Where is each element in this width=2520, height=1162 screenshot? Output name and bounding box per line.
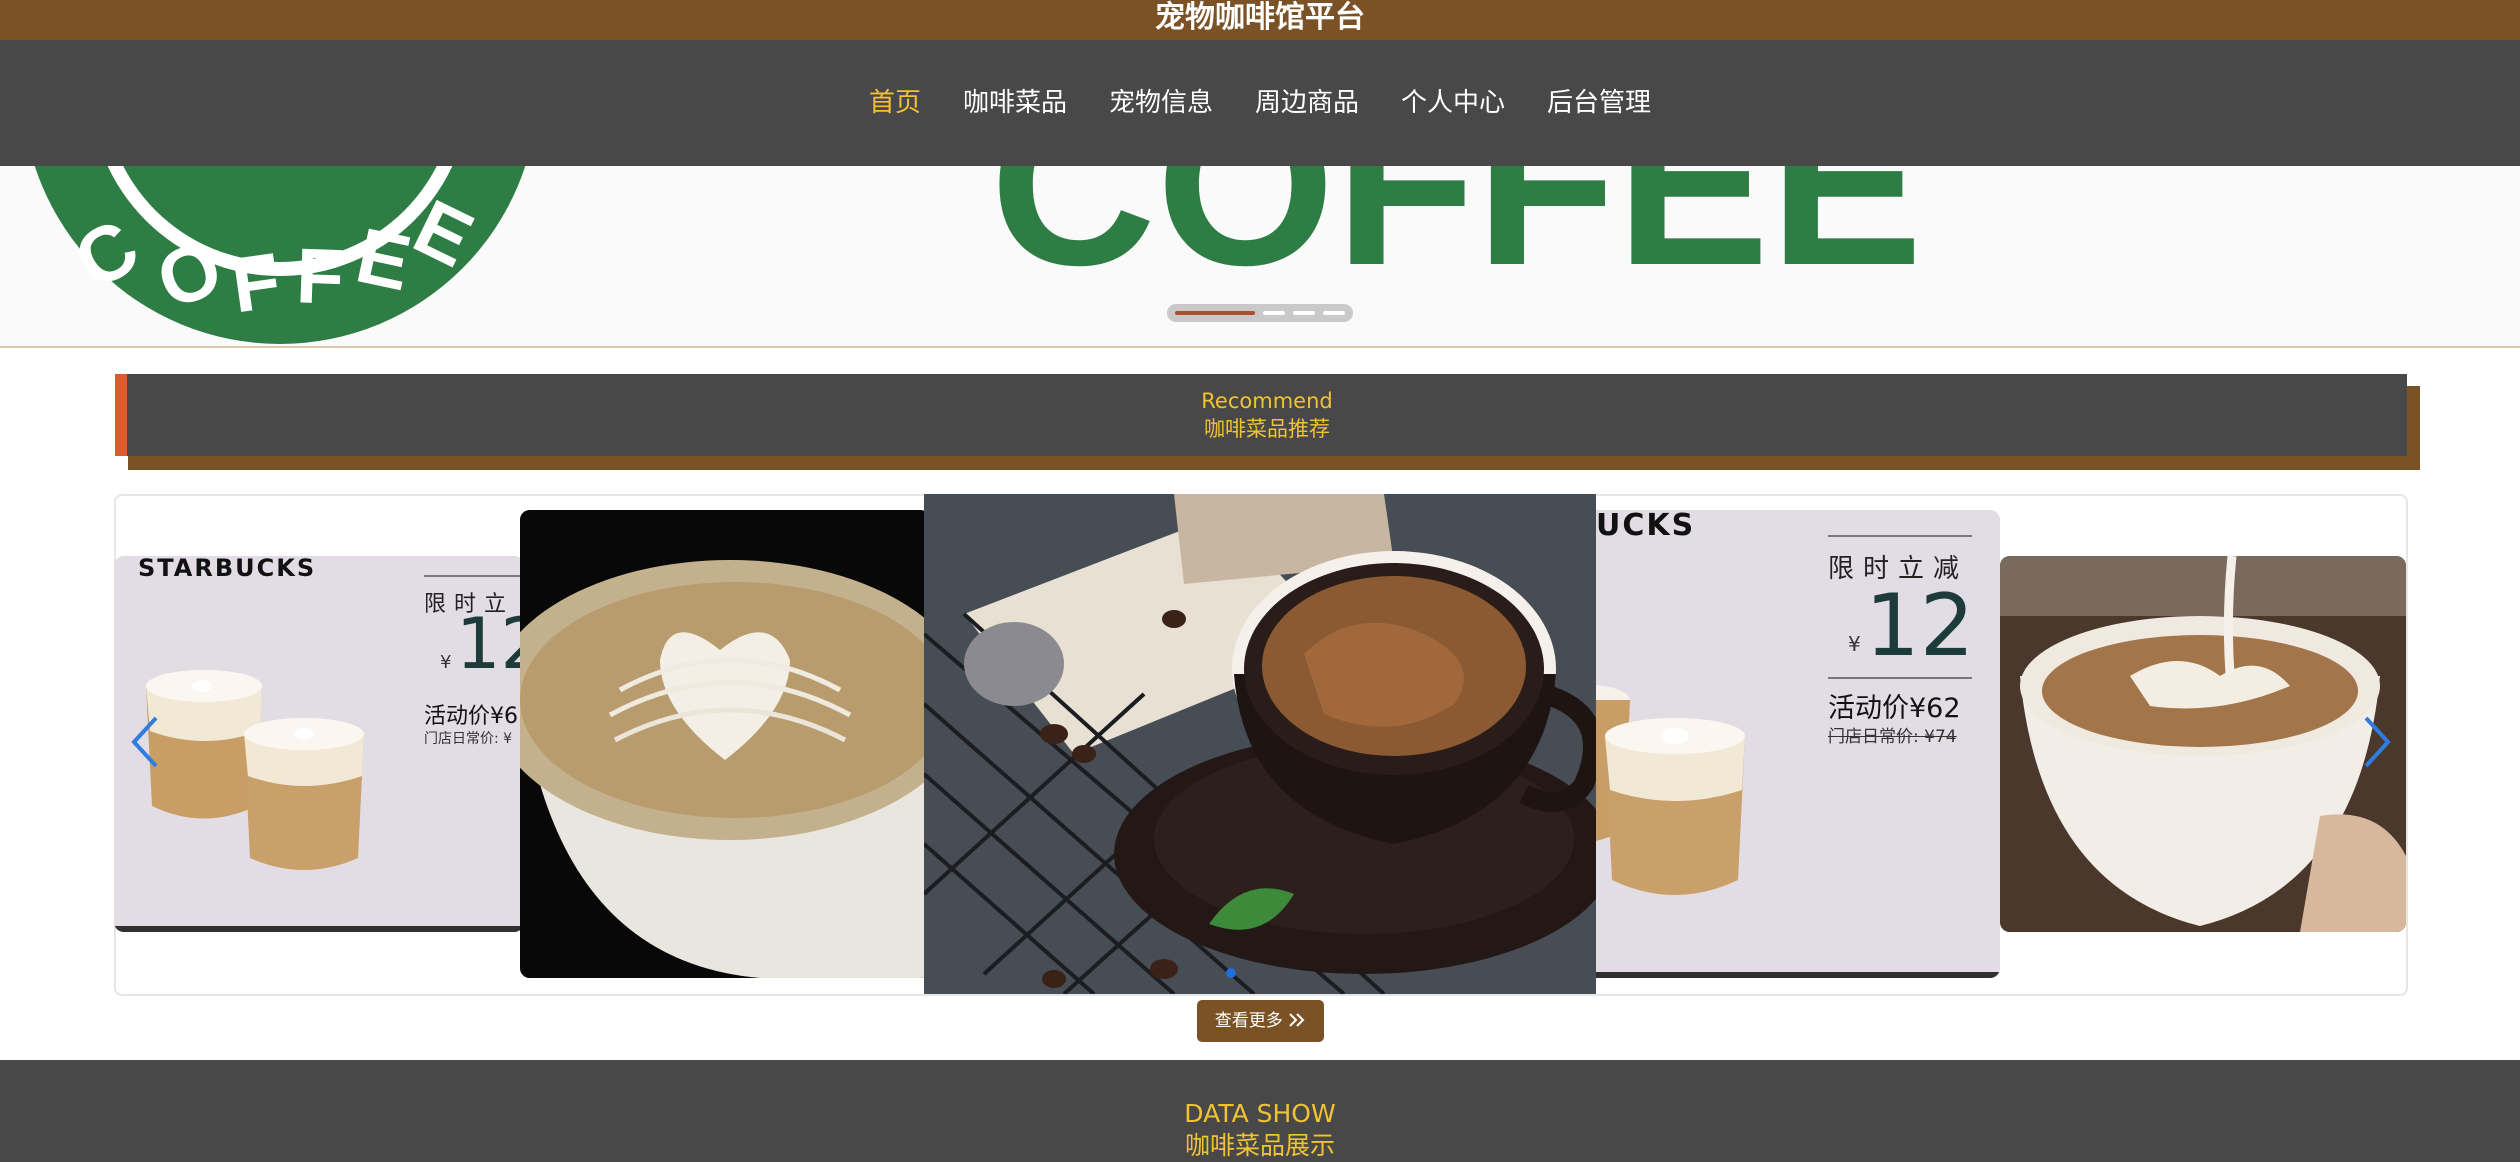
banner-dot-1[interactable] xyxy=(1175,311,1255,315)
promo-left-currency: ¥ xyxy=(440,652,452,673)
recommend-title-en: Recommend xyxy=(1201,389,1333,413)
recommend-header: Recommend 咖啡菜品推荐 xyxy=(127,374,2407,456)
data-show-section: DATA SHOW 咖啡菜品展示 xyxy=(0,1060,2520,1162)
promo-left-price: 活动价¥6 xyxy=(424,704,518,729)
banner-dot-3[interactable] xyxy=(1293,311,1315,315)
carousel-card-promo-left[interactable]: STARBUCKS 限时立 ¥ 12 活动价¥6 门店日常价: ¥ xyxy=(114,556,524,932)
nav-item-personal-center[interactable]: 个人中心 xyxy=(1380,78,1526,128)
nav-item-merchandise[interactable]: 周边商品 xyxy=(1234,78,1380,128)
nav-item-pet-info[interactable]: 宠物信息 xyxy=(1088,78,1234,128)
pour-latte-image xyxy=(2000,556,2406,932)
promo-right-orig-price: 门店日常价: ¥74 xyxy=(1828,727,1957,747)
promo-left-orig-price: 门店日常价: ¥ xyxy=(424,731,513,747)
view-more-label: 查看更多 xyxy=(1214,1011,1283,1031)
view-more-button[interactable]: 查看更多 xyxy=(1197,1000,1324,1042)
promo-left-amount: 12 xyxy=(456,603,524,685)
nav-item-admin[interactable]: 后台管理 xyxy=(1526,78,1672,128)
promo-right-currency: ¥ xyxy=(1848,632,1861,656)
promo-right-amount: 12 xyxy=(1865,576,1975,676)
carousel-card-promo-right[interactable]: UCKS 限时立减 ¥ 12 活动价¥62 门店日常价: ¥74 xyxy=(1580,510,2000,978)
latte-heart-image xyxy=(520,510,930,978)
banner-pagination xyxy=(1167,304,1353,322)
nav-item-home[interactable]: 首页 xyxy=(848,78,942,128)
chevron-left-icon xyxy=(131,716,158,768)
promo-right-brand: UCKS xyxy=(1596,510,1696,543)
promo-right-price: 活动价¥62 xyxy=(1828,693,1961,724)
nav-item-coffee-menu[interactable]: 咖啡菜品 xyxy=(942,78,1088,128)
banner-dot-2[interactable] xyxy=(1263,311,1285,315)
carousel-prev-arrow[interactable] xyxy=(126,712,166,772)
main-nav: 首页 咖啡菜品 宠物信息 周边商品 个人中心 后台管理 xyxy=(0,40,2520,166)
recommend-title-cn: 咖啡菜品推荐 xyxy=(1204,417,1330,441)
data-show-title-cn: 咖啡菜品展示 xyxy=(1184,1131,1335,1160)
carousel-indicator-dot[interactable] xyxy=(1226,968,1236,978)
carousel-next-arrow[interactable] xyxy=(2356,712,2396,772)
recommend-header-accent xyxy=(115,374,127,456)
carousel-card-pour-latte[interactable] xyxy=(2000,556,2406,932)
banner-slogan: COFFEE xyxy=(990,166,1923,313)
carousel-card-espresso[interactable] xyxy=(924,494,1596,994)
data-show-title-en: DATA SHOW xyxy=(1184,1099,1336,1128)
chevron-right-icon xyxy=(2364,716,2391,768)
promo-left-brand: STARBUCKS xyxy=(138,556,317,582)
banner-dot-4[interactable] xyxy=(1323,311,1345,315)
espresso-cup-image xyxy=(924,494,1596,994)
site-title: 宠物咖啡馆平台 xyxy=(1155,0,1365,35)
top-title-bar: 宠物咖啡馆平台 xyxy=(0,0,2520,40)
double-chevron-right-icon xyxy=(1289,1013,1305,1027)
carousel-card-latte[interactable] xyxy=(520,510,930,978)
